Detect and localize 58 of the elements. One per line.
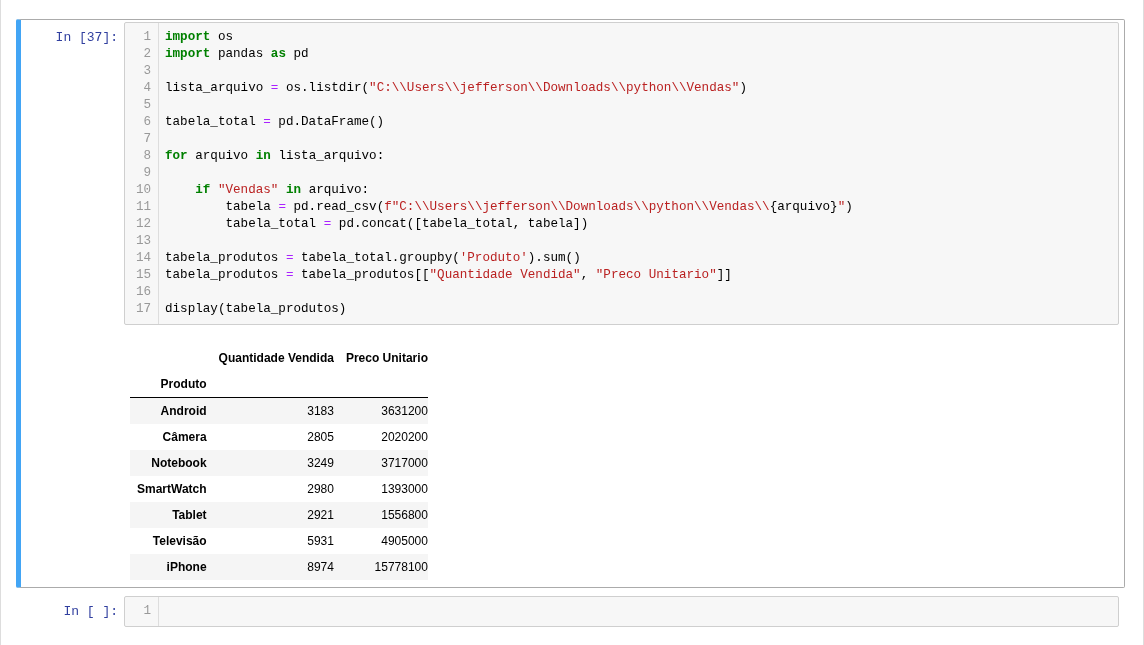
code-line: lista_arquivo = os.listdir("C:\\Users\\jefferson\\Downloads\\python\\Vendas")	[165, 80, 748, 97]
code-line: tabela_total = pd.DataFrame()	[165, 114, 386, 131]
line-number: 10	[135, 182, 152, 199]
table-cell: 2921	[206, 502, 334, 528]
table-cell: 3249	[206, 450, 334, 476]
table-cell: 8974	[206, 554, 334, 580]
row-label: Android	[130, 397, 207, 424]
code-line: display(tabela_produtos)	[165, 301, 348, 318]
input-prompt: In [37]:	[54, 29, 119, 45]
code-line: import os	[165, 29, 235, 46]
notebook-cell[interactable]	[16, 19, 1125, 588]
row-label: Notebook	[130, 450, 207, 476]
line-number: 5	[143, 97, 152, 114]
table-cell: 1393000	[333, 476, 428, 502]
row-label: Câmera	[130, 424, 207, 450]
index-name: Produto	[130, 371, 207, 398]
row-label: SmartWatch	[130, 476, 207, 502]
column-header: Quantidade Vendida	[217, 350, 334, 367]
line-number: 2	[143, 46, 152, 63]
line-number: 16	[135, 284, 152, 301]
line-number: 13	[135, 233, 152, 250]
table-cell: 4905000	[333, 528, 428, 554]
line-number: 11	[135, 199, 152, 216]
table-cell: 5931	[206, 528, 334, 554]
line-number: 9	[143, 165, 152, 182]
table-cell: 2805	[206, 424, 334, 450]
code-editor[interactable]	[124, 22, 1119, 325]
line-number: 14	[135, 250, 152, 267]
line-number: 15	[135, 267, 152, 284]
notebook-cell[interactable]: In [ ]: 1	[16, 593, 1125, 631]
code-line: tabela_total = pd.concat([tabela_total, tabela])	[224, 216, 590, 233]
code-line: tabela_produtos = tabela_produtos[["Quantidade Vendida", "Preco Unitario"]]	[165, 267, 733, 284]
line-number: 12	[135, 216, 152, 233]
table-cell: 2020200	[333, 424, 428, 450]
line-number: 4	[143, 80, 152, 97]
code-line: if "Vendas" in arquivo:	[194, 182, 371, 199]
line-number: 17	[135, 301, 152, 318]
table-cell: 15778100	[333, 554, 428, 580]
code-line: for arquivo in lista_arquivo:	[165, 148, 386, 165]
line-number: 1	[143, 29, 152, 46]
code-line: tabela_produtos = tabela_total.groupby('Produto').sum()	[165, 250, 582, 267]
row-label: iPhone	[130, 554, 207, 580]
line-number: 3	[143, 63, 152, 80]
code-line: import pandas as pd	[165, 46, 310, 63]
input-prompt: In [ ]:	[62, 603, 119, 619]
column-header: Preco Unitario	[333, 345, 428, 371]
table-cell: 3717000	[333, 450, 428, 476]
table-cell: 2980	[206, 476, 334, 502]
table-cell: 1556800	[333, 502, 428, 528]
line-number: 1	[143, 603, 152, 620]
row-label: Tablet	[130, 502, 207, 528]
line-number: 6	[143, 114, 152, 131]
table-cell: 3183	[206, 397, 334, 424]
code-line: tabela = pd.read_csv(f"C:\\Users\\jefferson\\Downloads\\python\\Vendas\\{arquivo}")	[224, 199, 853, 216]
line-number: 8	[143, 148, 152, 165]
line-number: 7	[143, 131, 152, 148]
table-cell: 3631200	[333, 397, 428, 424]
row-label: Televisão	[130, 528, 207, 554]
